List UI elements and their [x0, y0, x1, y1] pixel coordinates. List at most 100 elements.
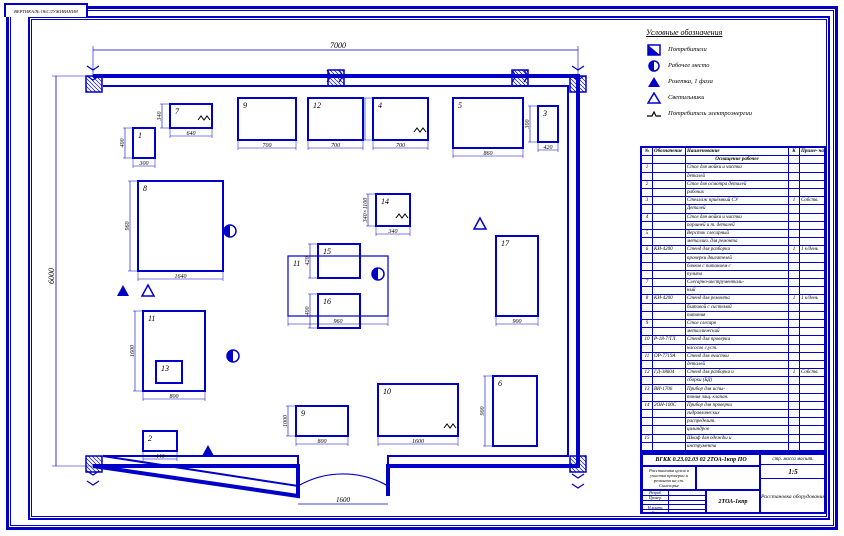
spec-cell-qty: [789, 205, 800, 212]
spec-row: поршней и т. деталей: [642, 222, 824, 230]
spec-cell-note: [800, 385, 824, 392]
spec-cell-pos: 14: [642, 402, 653, 409]
spec-cell-name: ный: [686, 287, 789, 294]
spec-cell-pos: [642, 263, 653, 270]
spec-cell-note: [800, 173, 824, 180]
overall-width-dim: 7000: [330, 41, 346, 50]
spec-cell-pos: [642, 345, 653, 352]
spec-cell-code: 2ОН-100С: [653, 402, 686, 409]
equip-dim-w: 420: [544, 144, 553, 151]
equipment-label: 16: [323, 297, 331, 306]
legend-item: Розетка, 1 фаза: [646, 75, 816, 87]
spec-row: 4Стол для мойки и чистки: [642, 214, 824, 222]
equip-dim-w: 700: [396, 143, 405, 149]
spec-cell-pos: [642, 156, 653, 163]
spec-cell-code: [653, 377, 686, 384]
spec-cell-pos: 8: [642, 295, 653, 302]
spec-cell-name: Прибор для проверки: [686, 402, 789, 409]
spec-cell-name: Шкаф для одежды и: [686, 435, 789, 442]
spec-cell-pos: 7: [642, 279, 653, 286]
equip-dim-w: 1640: [175, 273, 187, 280]
spec-cell-name: Слесарно-инструменталь-: [686, 279, 789, 286]
spec-h-note: Приме- чание: [800, 148, 824, 155]
overall-height-dim: 6000: [47, 268, 56, 284]
titleblock-bottom-code: 2ТОА-1кпр: [706, 490, 760, 514]
spec-cell-pos: [642, 304, 653, 311]
spec-row: бачков с питанием с: [642, 263, 824, 271]
spec-cell-note: [800, 377, 824, 384]
spec-h-code: Обозначение: [653, 148, 686, 155]
equipment-16: 16400: [304, 294, 360, 328]
equipment-label: 3: [542, 109, 547, 118]
spec-row: 3Стеллаж приёмный СУ1Собств.: [642, 197, 824, 205]
spec-cell-name: Стенд для проверки: [686, 336, 789, 343]
spec-cell-name: деталей: [686, 173, 789, 180]
spec-cell-name: Стенд для разборки и: [686, 369, 789, 376]
equipment-3: 3420300: [525, 106, 558, 152]
equipment-6: 6900: [480, 376, 537, 446]
spec-cell-name: распределит.: [686, 418, 789, 425]
equipment-label: 9: [243, 101, 247, 110]
spec-cell-qty: [789, 189, 800, 196]
equip-dim-h: 340: [156, 112, 163, 122]
spec-cell-code: [653, 279, 686, 286]
equip-dim-w: 800: [170, 394, 179, 400]
equipment-label: 12: [313, 101, 321, 110]
spec-cell-pos: [642, 238, 653, 245]
equip-dim-h: 960: [125, 222, 131, 231]
equip-dim-w: 700: [263, 143, 272, 149]
spec-cell-code: [653, 410, 686, 417]
spec-cell-code: [653, 173, 686, 180]
spec-cell-qty: [789, 263, 800, 270]
workplace-icon: [224, 225, 236, 237]
spec-cell-code: [653, 181, 686, 188]
spec-row: 7 Слесарно-инструменталь-: [642, 279, 824, 287]
spec-row: тания защ. клапан.: [642, 394, 824, 402]
spec-cell-name: Оснащение рабочее: [686, 156, 789, 163]
spec-cell-code: [653, 271, 686, 278]
spec-cell-qty: [789, 377, 800, 384]
spec-cell-code: [653, 287, 686, 294]
equip-dim-w: 640: [187, 130, 196, 137]
spec-cell-qty: 1: [789, 197, 800, 204]
equip-dim-h: 340×1100: [362, 198, 369, 224]
spec-cell-name: Стол для осмотра деталей: [686, 181, 789, 188]
equip-dim-w: 700: [331, 143, 340, 149]
spec-cell-name: Стенд для разборки: [686, 246, 789, 253]
equipment-label: 14: [381, 197, 389, 206]
legend-title: Условные обозначения: [646, 28, 816, 37]
spec-cell-note: [800, 353, 824, 360]
spec-cell-code: [653, 254, 686, 261]
spec-cell-note: [800, 254, 824, 261]
spec-cell-qty: [789, 410, 800, 417]
equipment-label: 11: [148, 314, 155, 323]
spec-cell-code: [653, 263, 686, 270]
spec-cell-note: 1 к/день: [800, 246, 824, 253]
spec-cell-note: [800, 402, 824, 409]
spec-row: 10Р-18-7/ТЛСтенд для проверки: [642, 336, 824, 344]
sheet-tab-label: ВЕРТИКАЛЬ ОБСЛУЖИВАНИЯ: [14, 9, 78, 14]
spec-cell-pos: [642, 443, 653, 451]
spec-cell-note: [800, 328, 824, 335]
spec-row: питания: [642, 312, 824, 320]
equipment-15: 15420: [304, 244, 360, 278]
spec-cell-qty: [789, 394, 800, 401]
spec-row: 142ОН-100СПрибор для проверки: [642, 402, 824, 410]
spec-cell-note: [800, 189, 824, 196]
spec-cell-name: рабочих: [686, 189, 789, 196]
workplace-icon: [227, 350, 239, 362]
spec-cell-qty: [789, 156, 800, 163]
equipment-label: 5: [458, 101, 462, 110]
spec-cell-code: ВИ-1706: [653, 385, 686, 392]
spec-cell-note: [800, 238, 824, 245]
spec-cell-note: [800, 164, 824, 171]
spec-row: распределит.: [642, 418, 824, 426]
spec-row: деталей: [642, 173, 824, 181]
spec-cell-qty: [789, 320, 800, 327]
spec-row: 12ГД-38604Стенд для разборки и1Собств.: [642, 369, 824, 377]
spec-cell-name: металлический: [686, 328, 789, 335]
equipment-9: 98001000: [283, 406, 348, 446]
equipment-label: 11: [293, 259, 300, 268]
spec-row: Деталей: [642, 205, 824, 213]
wall-break-icon: [87, 471, 99, 485]
